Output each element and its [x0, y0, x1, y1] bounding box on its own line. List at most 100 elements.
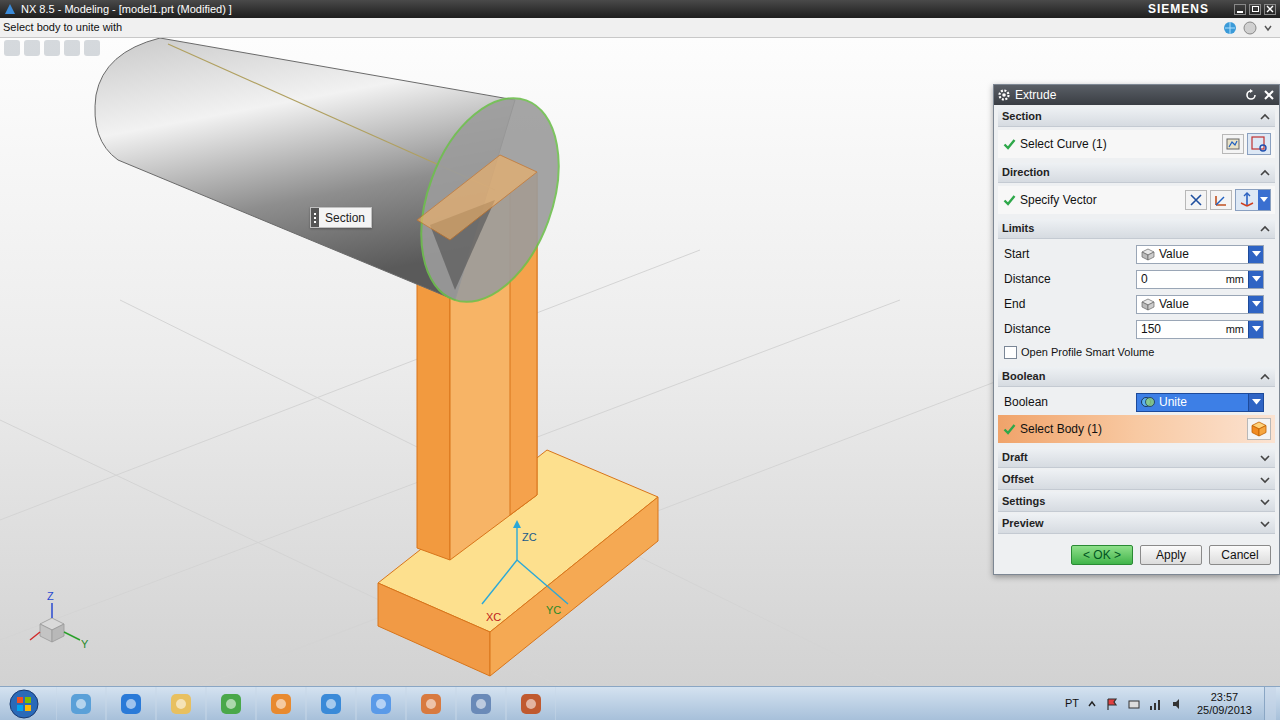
section-tag[interactable]: Section [310, 207, 372, 228]
power-icon[interactable] [1127, 697, 1141, 711]
language-indicator[interactable]: PT [1065, 695, 1079, 712]
graphics-window[interactable]: ZCXCYCZYSectionExtrudeSectionSelect Curv… [0, 38, 1280, 686]
svg-text:Z: Z [47, 590, 54, 602]
start-button[interactable] [0, 687, 48, 720]
vector-dialog-button[interactable] [1210, 190, 1232, 210]
collapse-icon[interactable] [1259, 224, 1271, 234]
toolbar-button[interactable] [64, 40, 80, 56]
body-select-button[interactable] [1247, 418, 1271, 440]
taskbar-button[interactable] [456, 687, 506, 720]
dropdown[interactable]: Value [1136, 245, 1264, 264]
chrome-icon [218, 691, 244, 717]
taskbar-button[interactable] [256, 687, 306, 720]
field-label: Start [1004, 245, 1136, 263]
check-icon [1003, 423, 1016, 435]
taskbar: PT 23:5725/09/2013 [0, 686, 1280, 720]
tray-arrow-icon[interactable] [1087, 699, 1097, 709]
checkbox-label: Open Profile Smart Volume [1021, 344, 1154, 361]
minimize-button[interactable] [1234, 4, 1246, 15]
vector-constructor-icon [1213, 192, 1229, 208]
number-row: Distance0mm [994, 267, 1279, 291]
group-header[interactable]: Preview [998, 514, 1275, 534]
toolbar-button[interactable] [44, 40, 60, 56]
svg-text:Y: Y [81, 638, 89, 650]
close-icon[interactable] [1262, 88, 1276, 102]
dialog-group: Draft [994, 448, 1279, 468]
volume-icon[interactable] [1171, 697, 1185, 711]
dropdown[interactable]: Unite [1136, 393, 1264, 412]
select-curve-button[interactable] [1247, 133, 1271, 155]
show-desktop-button[interactable] [1264, 687, 1276, 720]
collapse-icon[interactable] [1259, 372, 1271, 382]
expand-icon[interactable] [1259, 519, 1271, 529]
title-bar[interactable]: NX 8.5 - Modeling - [model1.prt (Modifie… [0, 0, 1280, 18]
vector-type-button[interactable] [1235, 189, 1271, 211]
expand-icon[interactable] [1259, 475, 1271, 485]
taskbar-button[interactable] [106, 687, 156, 720]
expand-icon[interactable] [1259, 453, 1271, 463]
options-icon[interactable] [1263, 21, 1273, 35]
expand-icon[interactable] [1259, 497, 1271, 507]
number-field[interactable]: 0mm [1136, 270, 1264, 289]
taskbar-button[interactable] [56, 687, 106, 720]
toolbar-button[interactable] [4, 40, 20, 56]
solid-body-icon [1250, 420, 1268, 438]
selection-row[interactable]: Specify Vector [998, 186, 1275, 214]
checkbox-row[interactable]: Open Profile Smart Volume [994, 342, 1279, 362]
taskbar-button[interactable] [506, 687, 556, 720]
toolbar-button[interactable] [24, 40, 40, 56]
selection-row[interactable]: Select Body (1) [998, 415, 1275, 443]
taskbar-button[interactable] [356, 687, 406, 720]
number-field[interactable]: 150mm [1136, 320, 1264, 339]
dropdown-arrow-icon [1252, 399, 1261, 405]
sketch-icon [1225, 136, 1241, 152]
group-header[interactable]: Draft [998, 448, 1275, 468]
dialog-button[interactable]: < OK > [1071, 545, 1133, 565]
gear-icon[interactable] [997, 88, 1011, 102]
selection-label: Select Curve (1) [1020, 135, 1218, 153]
internet-explorer-icon [118, 691, 144, 717]
svg-text:XC: XC [486, 611, 501, 623]
taskbar-button[interactable] [406, 687, 456, 720]
recorder-icon [518, 691, 544, 717]
toolbar-button[interactable] [84, 40, 100, 56]
group-header[interactable]: Boolean [998, 367, 1275, 387]
taskbar-button[interactable] [206, 687, 256, 720]
dialog-group: BooleanBooleanUniteSelect Body (1) [994, 367, 1279, 446]
group-header[interactable]: Settings [998, 492, 1275, 512]
group-header[interactable]: Offset [998, 470, 1275, 490]
dialog-group: Settings [994, 492, 1279, 512]
taskbar-button[interactable] [306, 687, 356, 720]
group-header[interactable]: Direction [998, 163, 1275, 183]
dialog-title-bar[interactable]: Extrude [994, 85, 1279, 105]
group-header[interactable]: Limits [998, 219, 1275, 239]
close-icon [1266, 5, 1274, 13]
extrude-dialog[interactable]: ExtrudeSection Select Curve (1) Direction S… [993, 84, 1280, 575]
globe-icon[interactable] [1223, 21, 1237, 35]
dialog-button[interactable]: Cancel [1209, 545, 1271, 565]
maximize-button[interactable] [1249, 4, 1261, 15]
network-icon[interactable] [1149, 697, 1163, 711]
clock[interactable]: 23:5725/09/2013 [1193, 691, 1256, 717]
reverse-direction-button[interactable] [1185, 190, 1207, 210]
dropdown[interactable]: Value [1136, 295, 1264, 314]
reset-icon[interactable] [1244, 88, 1258, 102]
help-icon[interactable] [1243, 21, 1257, 35]
number-row: Distance150mm [994, 317, 1279, 341]
group-header[interactable]: Section [998, 107, 1275, 127]
action-center-icon[interactable] [1105, 697, 1119, 711]
selection-row[interactable]: Select Curve (1) [998, 130, 1275, 158]
option-icon [1139, 297, 1157, 311]
dialog-button[interactable]: Apply [1140, 545, 1202, 565]
axis-vector-icon [1238, 191, 1256, 209]
close-button[interactable] [1264, 4, 1276, 15]
taskbar-button[interactable] [156, 687, 206, 720]
dropdown-arrow-icon [1260, 197, 1268, 203]
curve-rule-button[interactable] [1222, 134, 1244, 154]
option-icon [1139, 247, 1157, 261]
checkbox[interactable] [1004, 346, 1017, 359]
collapse-icon[interactable] [1259, 168, 1271, 178]
collapse-icon[interactable] [1259, 112, 1271, 122]
clock-date: 25/09/2013 [1197, 704, 1252, 717]
selection-label: Select Body (1) [1020, 420, 1243, 438]
